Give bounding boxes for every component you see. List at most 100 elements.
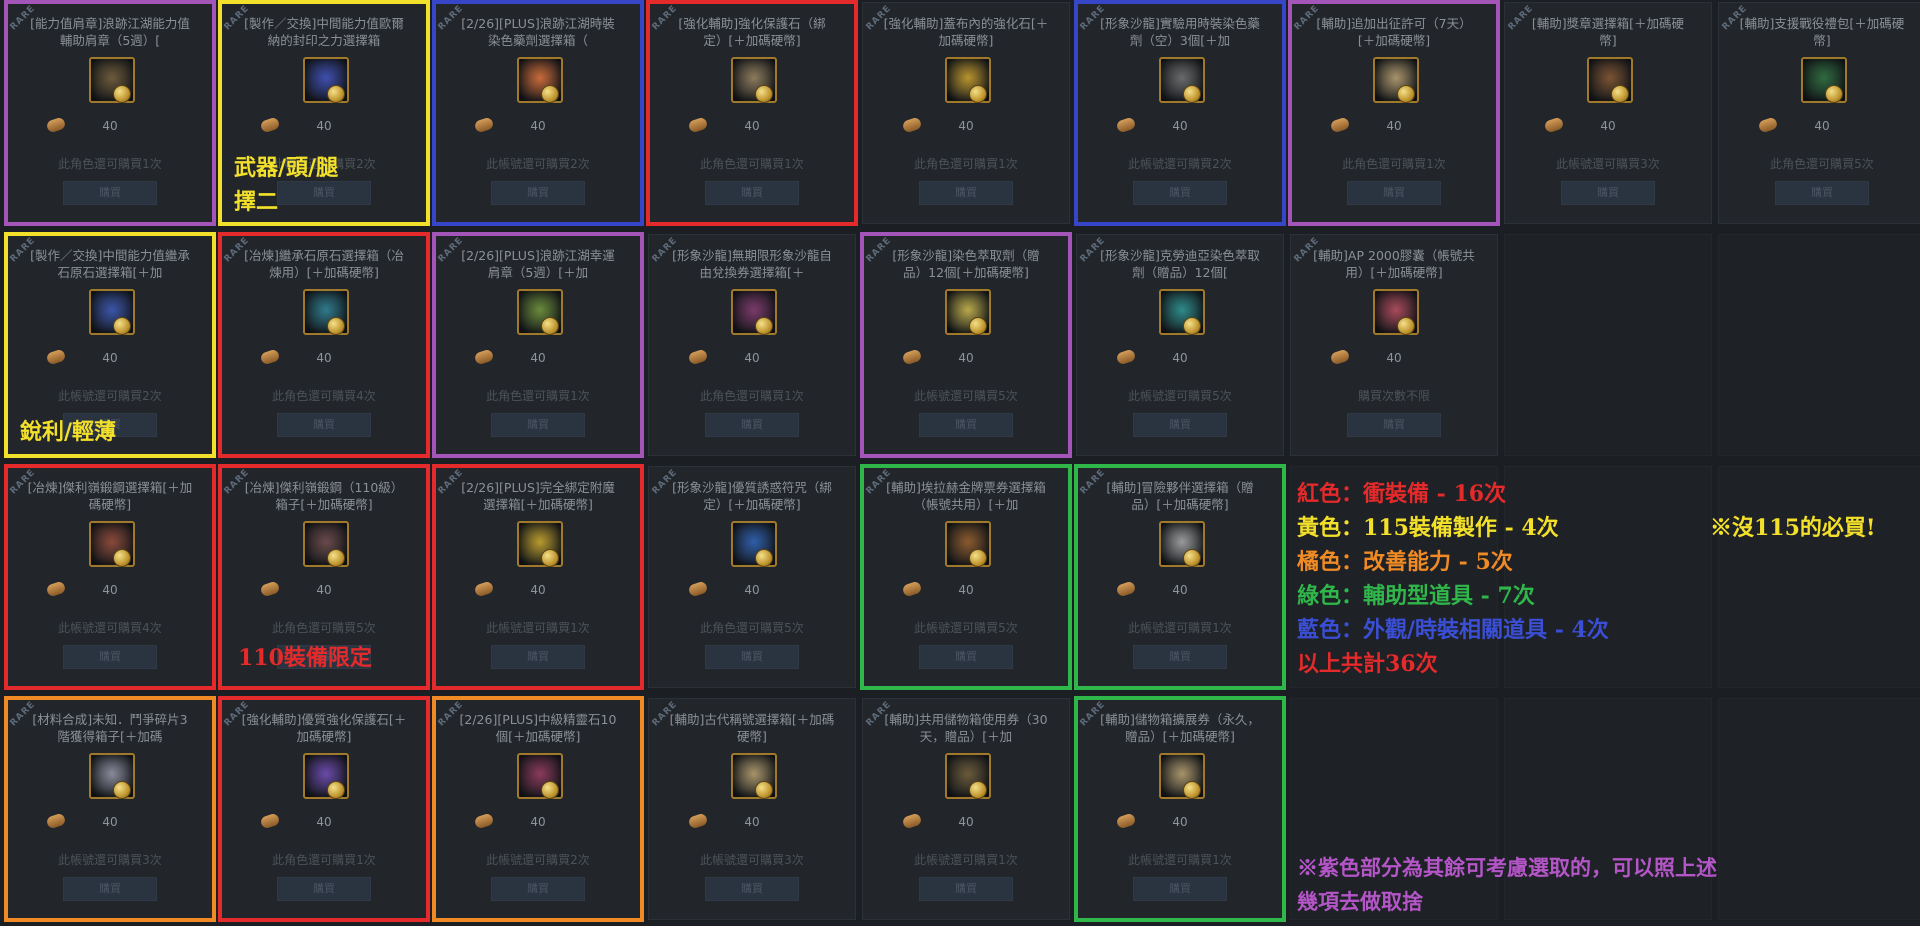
item-price: 40 [1600, 119, 1616, 133]
item-name: [輔助]支援戰役禮包[＋加碼硬幣] [1739, 16, 1905, 48]
shop-item-card[interactable]: RARE [強化輔助]優質強化保護石[＋加碼硬幣] 40 此角色還可購買1次 購買 [220, 698, 428, 920]
item-price: 40 [1814, 119, 1830, 133]
buy-button[interactable]: 購買 [1133, 413, 1227, 437]
shop-item-card[interactable]: RARE [輔助]儲物箱擴展券（永久，贈品）[＋加碼硬幣] 40 此帳號還可購買1次購… [1076, 698, 1284, 920]
annotation-weapon-head-leg: 武器/頭/腿 [234, 155, 339, 181]
shop-item-card[interactable]: RARE [輔助]AP 2000膠囊（帳號共用）[＋加碼硬幣] 40 購買次數不限 購買 [1290, 234, 1498, 456]
buy-button[interactable]: 購買 [705, 181, 799, 205]
shop-item-card[interactable]: RARE [冶煉]傑利嶺鍛鋼選擇箱[＋加碼硬幣] 40 此帳號還可購買4次 購買 [6, 466, 214, 688]
buy-button[interactable]: 購買 [63, 645, 157, 669]
buy-button[interactable]: 購買 [919, 877, 1013, 901]
item-price: 40 [530, 583, 546, 597]
shop-item-card[interactable]: RARE [形象沙龍]優質誘惑符咒（綁定）[＋加碼硬幣] 40 此角色還可購買5次 購買 [648, 466, 856, 688]
purchase-limit: 此帳號還可購買2次 [486, 157, 590, 171]
item-price: 40 [316, 583, 332, 597]
shop-item-card[interactable]: RARE [2/26][PLUS]完全綁定附魔選擇箱[＋加碼硬幣] 40 此帳號還可購… [434, 466, 642, 688]
item-price: 40 [530, 119, 546, 133]
shop-item-card[interactable]: RARE [輔助]古代稱號選擇箱[＋加碼硬幣] 40 此帳號還可購買3次 購買 [648, 698, 856, 920]
shop-item-card[interactable]: RARE [輔助]埃拉赫金牌票券選擇箱（帳號共用）[＋加 40 此帳號還可購買5次 購買 [862, 466, 1070, 688]
bonus-coin-icon [755, 85, 773, 103]
empty-slot [1504, 466, 1712, 688]
buy-button[interactable]: 購買 [705, 877, 799, 901]
shop-item-card[interactable]: RARE [強化輔助]蓋布內的強化石[＋加碼硬幣] 40 此角色還可購買1次 購買 [862, 2, 1070, 224]
shop-item-card[interactable]: RARE [形象沙龍]克勞迪亞染色萃取劑（贈品）12個[40 此帳號還可購買5次 購買 [1076, 234, 1284, 456]
shop-item-card[interactable]: RARE [輔助]追加出征許可（7天）[＋加碼硬幣] 40 此角色還可購買1次 購買 [1290, 2, 1498, 224]
shop-item-card[interactable]: RARE [強化輔助]強化保護石（綁定）[＋加碼硬幣] 40 此角色還可購買1次 購買 [648, 2, 856, 224]
item-name: [輔助]儲物箱擴展券（永久，贈品）[＋加碼硬幣] [1100, 712, 1260, 744]
purchase-limit: 此帳號還可購買5次 [914, 621, 1018, 635]
shop-item-card[interactable]: RARE [輔助]支援戰役禮包[＋加碼硬幣] 40 此角色還可購買5次 購買 [1718, 2, 1920, 224]
shop-item-card[interactable]: RARE [輔助]冒險夥伴選擇箱（贈品）[＋加碼硬幣] 40 此帳號還可購買1次 購買 [1076, 466, 1284, 688]
buy-button[interactable]: 購買 [1133, 877, 1227, 901]
shop-item-card[interactable]: RARE [形象沙龍]實驗用時裝染色藥劑（空）3個[＋加 40 此帳號還可購買2次 購買 [1076, 2, 1284, 224]
item-name: [輔助]AP 2000膠囊（帳號共用）[＋加碼硬幣] [1313, 248, 1475, 280]
item-name: [材料合成]未知．鬥爭碎片3階獲得箱子[＋加碼 [32, 712, 188, 744]
item-price: 40 [1172, 815, 1188, 829]
item-price: 40 [530, 351, 546, 365]
item-price: 40 [530, 815, 546, 829]
item-name: [形象沙龍]無期限形象沙龍自由兌換券選擇箱[＋ [672, 248, 832, 280]
bonus-coin-icon [1825, 85, 1843, 103]
buy-button[interactable]: 購買 [1561, 181, 1655, 205]
legend-total: 以上共計36次 [1297, 651, 1438, 677]
item-price: 40 [1172, 119, 1188, 133]
buy-button[interactable]: 購買 [1775, 181, 1869, 205]
purchase-limit: 此帳號還可購買3次 [58, 853, 162, 867]
buy-button[interactable]: 購買 [705, 645, 799, 669]
buy-button[interactable]: 購買 [705, 413, 799, 437]
buy-button[interactable]: 購買 [277, 877, 371, 901]
buy-button[interactable]: 購買 [491, 181, 585, 205]
item-price: 40 [102, 815, 118, 829]
item-name: [2/26][PLUS]完全綁定附魔選擇箱[＋加碼硬幣] [461, 480, 615, 512]
buy-button[interactable]: 購買 [491, 413, 585, 437]
purchase-limit: 此帳號還可購買1次 [1128, 853, 1232, 867]
bonus-coin-icon [541, 549, 559, 567]
item-name: [製作／交換]中間能力值歐爾納的封印之力選擇箱 [244, 16, 404, 48]
purchase-limit: 此角色還可購買1次 [914, 157, 1018, 171]
shop-item-card[interactable]: RARE [形象沙龍]無期限形象沙龍自由兌換券選擇箱[＋ 40 此角色還可購買1次 購買 [648, 234, 856, 456]
buy-button[interactable]: 購買 [919, 413, 1013, 437]
purchase-limit: 此帳號還可購買2次 [1128, 157, 1232, 171]
buy-button[interactable]: 購買 [1133, 181, 1227, 205]
bonus-coin-icon [1183, 781, 1201, 799]
item-name: [輔助]冒險夥伴選擇箱（贈品）[＋加碼硬幣] [1106, 480, 1254, 512]
buy-button[interactable]: 購買 [63, 181, 157, 205]
bonus-coin-icon [755, 317, 773, 335]
item-price: 40 [1386, 119, 1402, 133]
bonus-coin-icon [327, 781, 345, 799]
shop-item-card[interactable]: RARE [材料合成]未知．鬥爭碎片3階獲得箱子[＋加碼 40 此帳號還可購買3次 購買 [6, 698, 214, 920]
shop-item-card[interactable]: RARE [能力值肩章]浪跡江湖能力值輔助肩章（5週）[40 此角色還可購買1次 購買 [6, 2, 214, 224]
shop-item-card[interactable]: RARE [形象沙龍]染色萃取劑（贈品）12個[＋加碼硬幣] 40 此帳號還可購買5次… [862, 234, 1070, 456]
shop-item-card[interactable]: RARE [2/26][PLUS]浪跡江湖時裝染色藥劑選擇箱（ 40 此帳號還可購買2… [434, 2, 642, 224]
buy-button[interactable]: 購買 [919, 181, 1013, 205]
empty-slot [1718, 698, 1920, 920]
buy-button[interactable]: 購買 [919, 645, 1013, 669]
purchase-limit: 此帳號還可購買2次 [58, 389, 162, 403]
buy-button[interactable]: 購買 [63, 877, 157, 901]
item-price: 40 [102, 351, 118, 365]
purchase-limit: 此角色還可購買1次 [272, 853, 376, 867]
item-price: 40 [744, 583, 760, 597]
buy-button[interactable]: 購買 [1133, 645, 1227, 669]
bonus-coin-icon [541, 781, 559, 799]
shop-item-card[interactable]: RARE [2/26][PLUS]浪跡江湖幸運肩章（5週）[＋加 40 此角色還可購買… [434, 234, 642, 456]
shop-item-card[interactable]: RARE [2/26][PLUS]中級精靈石10個[＋加碼硬幣] 40 此帳號還可購買… [434, 698, 642, 920]
purchase-limit: 此帳號還可購買3次 [700, 853, 804, 867]
buy-button[interactable]: 購買 [277, 413, 371, 437]
buy-button[interactable]: 購買 [277, 181, 371, 205]
buy-button[interactable]: 購買 [1347, 181, 1441, 205]
shop-item-card[interactable]: RARE [輔助]共用儲物箱使用券（30天，贈品）[＋加 40 此帳號還可購買1次 購買 [862, 698, 1070, 920]
empty-slot [1504, 234, 1712, 456]
bonus-coin-icon [327, 85, 345, 103]
shop-item-card[interactable]: RARE [輔助]獎章選擇箱[＋加碼硬幣] 40 此帳號還可購買3次 購買 [1504, 2, 1712, 224]
item-name: [輔助]獎章選擇箱[＋加碼硬幣] [1531, 16, 1685, 48]
buy-button[interactable]: 購買 [1347, 413, 1441, 437]
buy-button[interactable]: 購買 [491, 645, 585, 669]
item-price: 40 [316, 351, 332, 365]
item-price: 40 [744, 351, 760, 365]
purchase-limit: 此角色還可購買1次 [58, 157, 162, 171]
legend-note-line1: ※紫色部分為其餘可考慮選取的，可以照上述 [1297, 855, 1717, 880]
legend-green: 綠色：輔助型道具 - 7次 [1297, 583, 1535, 609]
shop-item-card[interactable]: RARE [冶煉]繼承石原石選擇箱（冶煉用）[＋加碼硬幣] 40 此角色還可購買4次購… [220, 234, 428, 456]
buy-button[interactable]: 購買 [491, 877, 585, 901]
